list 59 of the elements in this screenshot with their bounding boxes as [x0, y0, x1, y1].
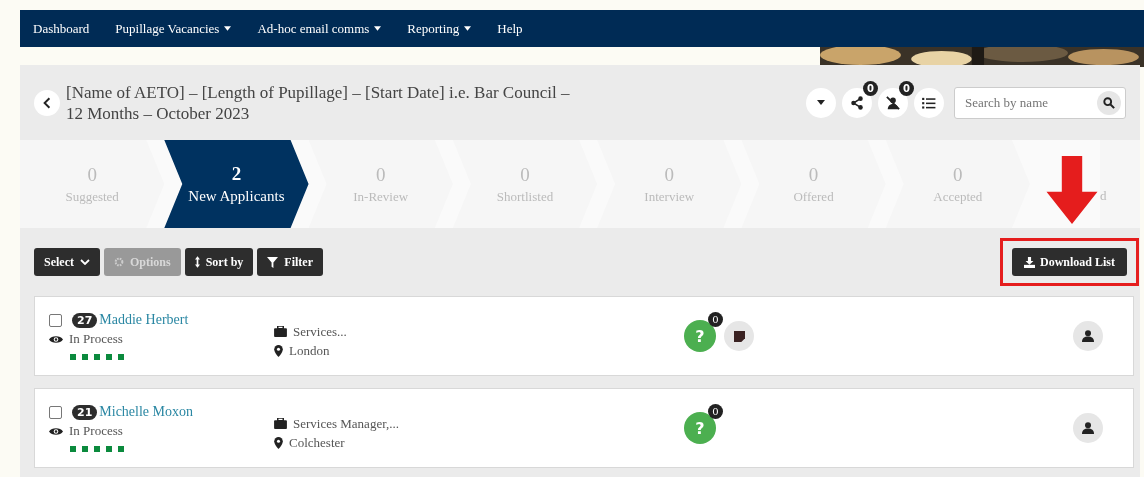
applicant-name-link[interactable]: Michelle Moxon: [99, 404, 194, 420]
select-button[interactable]: Select: [34, 248, 100, 276]
location-pin-icon: [274, 436, 283, 449]
role-text: Services Manager,...: [293, 415, 399, 432]
chevron-down-icon: [80, 259, 90, 265]
list-icon: [922, 96, 936, 109]
nav-link[interactable]: Help: [497, 20, 523, 37]
nav-link[interactable]: Pupillage Vacancies: [115, 20, 232, 37]
search-input[interactable]: Search by name: [955, 93, 1097, 112]
score-badge: 27: [72, 312, 98, 328]
user-slash-icon: [886, 95, 900, 110]
status-text: In Process: [69, 331, 123, 347]
filter-icon: [267, 256, 279, 268]
count-badge: 0: [863, 80, 878, 96]
location-pin-icon: [274, 344, 283, 357]
profile-button[interactable]: [1073, 413, 1103, 443]
user-icon: [1082, 422, 1094, 434]
note-icon: [733, 330, 745, 342]
download-icon: [1023, 256, 1035, 268]
caret-icon: [224, 26, 232, 31]
nav-link[interactable]: Dashboard: [33, 20, 90, 37]
sort-button[interactable]: Sort by: [184, 248, 254, 276]
dropdown-button[interactable]: [806, 87, 836, 118]
eye-icon: [49, 334, 63, 344]
status-text: In Process: [69, 423, 123, 439]
search-field[interactable]: Search by name: [954, 86, 1126, 119]
count-badge: 0: [708, 404, 723, 419]
location-text: London: [289, 342, 330, 359]
list-view-button[interactable]: [914, 87, 944, 118]
caret-icon: [817, 100, 825, 105]
vacancy-title: [Name of AETO] – [Length of Pupillage] – [Start Date] i.e. Bar Council – 12 Months – October 2023: [66, 81, 571, 124]
select-checkbox[interactable]: [49, 313, 62, 327]
chevron-left-icon: [43, 96, 51, 109]
caret-icon: [464, 26, 472, 31]
download-list-button[interactable]: Download List: [1011, 248, 1127, 276]
filter-button[interactable]: Filter: [257, 248, 323, 276]
search-button[interactable]: [1097, 90, 1121, 115]
role-text: Services...: [293, 323, 347, 340]
count-badge: 0: [899, 80, 914, 96]
select-checkbox[interactable]: [49, 405, 62, 419]
sort-icon: [194, 256, 200, 268]
count-badge: 0: [708, 312, 723, 327]
user-icon: [1082, 330, 1094, 342]
score-badge: 21: [72, 404, 98, 420]
location-text: Colchester: [289, 434, 345, 451]
search-icon: [1103, 96, 1115, 109]
briefcase-icon: [274, 418, 287, 429]
gear-icon: [114, 257, 124, 267]
eye-icon: [49, 426, 63, 436]
back-button[interactable]: [34, 89, 60, 116]
briefcase-icon: [274, 326, 287, 337]
nav-link[interactable]: Reporting: [407, 20, 472, 37]
nav-link[interactable]: Ad-hoc email comms: [257, 20, 382, 37]
applicant-name-link[interactable]: Maddie Herbert: [99, 312, 189, 328]
profile-button[interactable]: [1073, 321, 1103, 351]
note-button[interactable]: [724, 321, 754, 351]
caret-icon: [374, 26, 382, 31]
pipeline-stage-tab[interactable]: 2 New Applicants: [164, 140, 309, 228]
share-icon: [850, 95, 864, 110]
